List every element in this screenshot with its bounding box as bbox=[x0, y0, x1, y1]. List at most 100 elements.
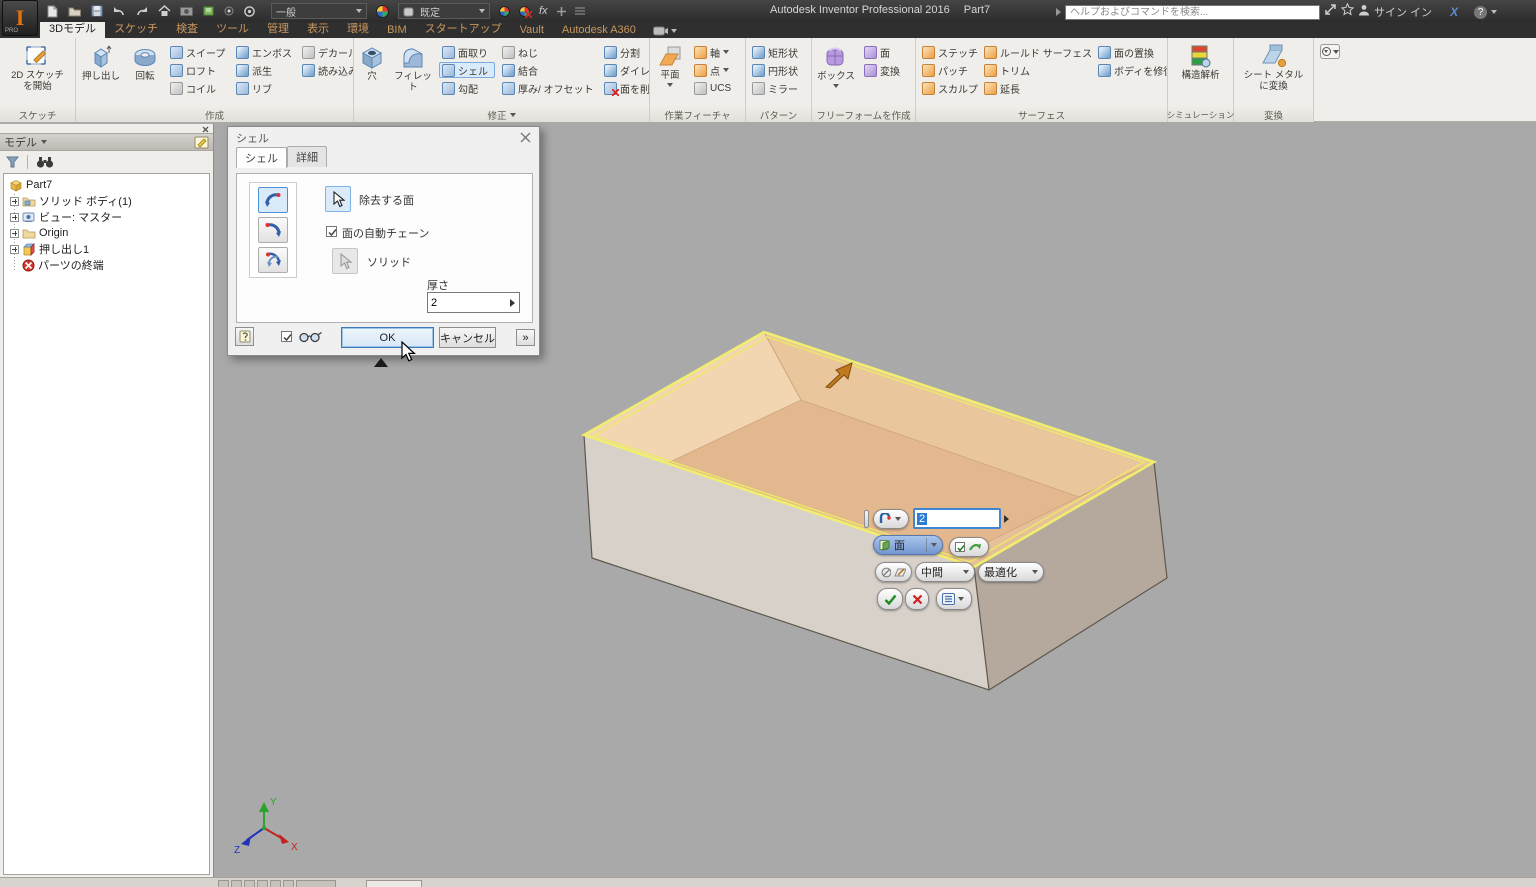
thread-button[interactable]: ねじ bbox=[499, 44, 597, 60]
tree-item-solid-bodies[interactable]: ソリッド ボディ(1) bbox=[7, 193, 209, 209]
stitch-button[interactable]: ステッチ bbox=[919, 44, 977, 60]
measure-icon[interactable] bbox=[224, 6, 234, 16]
tab-vault[interactable]: Vault bbox=[511, 23, 553, 38]
stress-analysis-button[interactable]: 構造解析 bbox=[1180, 41, 1222, 82]
color-wheel-icon[interactable] bbox=[376, 5, 389, 18]
application-menu-button[interactable]: I PRO bbox=[2, 0, 38, 36]
mini-quality-dropdown[interactable]: 中間 bbox=[915, 562, 975, 582]
freeform-face-button[interactable]: 面 bbox=[861, 44, 907, 60]
import-button[interactable]: 読み込み bbox=[299, 62, 353, 78]
rib-button[interactable]: リブ bbox=[233, 80, 295, 96]
close-icon[interactable] bbox=[202, 126, 209, 133]
search-binoculars-icon[interactable] bbox=[36, 156, 54, 169]
expand-icon[interactable] bbox=[10, 245, 19, 254]
preview-checkbox[interactable] bbox=[281, 331, 292, 342]
shell-button[interactable]: シェル bbox=[439, 62, 495, 78]
mini-draft-options-button[interactable] bbox=[875, 562, 912, 582]
mini-thickness-input[interactable]: 2 bbox=[913, 508, 1001, 529]
extrude-button[interactable]: 押し出し bbox=[79, 41, 123, 83]
tab-camera-icon[interactable] bbox=[645, 26, 685, 38]
combine-button[interactable]: 結合 bbox=[499, 62, 597, 78]
status-button[interactable] bbox=[366, 880, 422, 887]
direct-edit-button[interactable]: ダイレクト bbox=[601, 62, 649, 78]
status-button[interactable] bbox=[244, 880, 255, 887]
sign-in-button[interactable]: サイン イン bbox=[1374, 4, 1432, 20]
exchange-sync-icon[interactable] bbox=[1324, 3, 1337, 21]
auto-chain-checkbox[interactable] bbox=[326, 226, 337, 237]
save-icon[interactable] bbox=[91, 5, 103, 17]
axis-button[interactable]: 軸 bbox=[691, 44, 741, 60]
search-collapse-icon[interactable] bbox=[1056, 8, 1061, 16]
plane-button[interactable]: 平面 bbox=[653, 41, 687, 87]
expand-icon[interactable] bbox=[10, 229, 19, 238]
rectangular-pattern-button[interactable]: 矩形状 bbox=[749, 44, 807, 60]
status-button[interactable] bbox=[283, 880, 294, 887]
adjust-color-icon[interactable] bbox=[499, 6, 510, 17]
favorites-star-icon[interactable] bbox=[1341, 3, 1354, 21]
tab-bim[interactable]: BIM bbox=[378, 23, 416, 38]
cancel-button[interactable]: キャンセル bbox=[439, 327, 496, 348]
orbit-icon[interactable] bbox=[243, 5, 256, 18]
help-dropdown-icon[interactable] bbox=[1491, 10, 1497, 14]
remove-faces-button[interactable] bbox=[325, 186, 351, 212]
direction-inside-button[interactable] bbox=[258, 187, 288, 213]
shell-dialog-titlebar[interactable]: シェル bbox=[228, 127, 539, 148]
trim-button[interactable]: トリム bbox=[981, 62, 1091, 78]
delete-face-button[interactable]: 面を削除 bbox=[601, 80, 649, 96]
chamfer-button[interactable]: 面取り bbox=[439, 44, 495, 60]
replace-face-button[interactable]: 面の置換 bbox=[1095, 44, 1167, 60]
coil-button[interactable]: コイル bbox=[167, 80, 229, 96]
ok-button[interactable]: OK bbox=[341, 327, 434, 348]
mini-auto-chain-toggle[interactable] bbox=[949, 537, 989, 557]
sweep-button[interactable]: スイープ bbox=[167, 44, 229, 60]
revolve-button[interactable]: 回転 bbox=[127, 41, 163, 83]
fillet-button[interactable]: フィレット bbox=[391, 41, 435, 94]
tab-details[interactable]: 詳細 bbox=[287, 146, 327, 167]
point-button[interactable]: 点 bbox=[691, 62, 741, 78]
thickness-input[interactable] bbox=[428, 297, 506, 309]
start-2d-sketch-button[interactable]: 2D スケッチを開始 bbox=[9, 41, 67, 93]
dialog-help-button[interactable] bbox=[235, 327, 254, 346]
circular-pattern-button[interactable]: 円形状 bbox=[749, 62, 807, 78]
repair-bodies-button[interactable]: ボディを修復 bbox=[1095, 62, 1167, 78]
derive-button[interactable]: 派生 bbox=[233, 62, 295, 78]
appearance-dropdown[interactable]: 既定 bbox=[398, 3, 490, 19]
add-icon[interactable] bbox=[557, 7, 566, 16]
customize-qat-icon[interactable] bbox=[575, 7, 585, 15]
freeform-box-button[interactable]: ボックス bbox=[815, 41, 857, 88]
dialog-expand-caret[interactable] bbox=[374, 358, 388, 367]
status-button[interactable] bbox=[270, 880, 281, 887]
draft-button[interactable]: 勾配 bbox=[439, 80, 495, 96]
patch-button[interactable]: パッチ bbox=[919, 62, 977, 78]
flyout-arrow-icon[interactable] bbox=[510, 299, 515, 307]
split-button[interactable]: 分割 bbox=[601, 44, 649, 60]
ucs-button[interactable]: UCS bbox=[691, 80, 741, 96]
tree-item-part[interactable]: Part7 bbox=[7, 177, 209, 193]
more-options-button[interactable]: » bbox=[516, 329, 535, 346]
mirror-button[interactable]: ミラー bbox=[749, 80, 807, 96]
filter-icon[interactable] bbox=[6, 156, 19, 168]
tab-shell[interactable]: シェル bbox=[236, 147, 287, 168]
decal-button[interactable]: デカール bbox=[299, 44, 353, 60]
loft-button[interactable]: ロフト bbox=[167, 62, 229, 78]
thicken-offset-button[interactable]: 厚み/ オフセット bbox=[499, 80, 597, 96]
status-button[interactable] bbox=[231, 880, 242, 887]
ribbon-options-button[interactable] bbox=[1320, 44, 1340, 59]
hole-button[interactable]: 穴 bbox=[357, 41, 387, 83]
material-dropdown[interactable]: 一般 bbox=[271, 3, 367, 19]
mini-cancel-button[interactable] bbox=[905, 588, 929, 610]
sculpt-button[interactable]: スカルプ bbox=[919, 80, 977, 96]
mini-optimize-dropdown[interactable]: 最適化 bbox=[978, 562, 1044, 582]
extend-button[interactable]: 延長 bbox=[981, 80, 1091, 96]
status-button[interactable] bbox=[218, 880, 229, 887]
ruled-surface-button[interactable]: ルールド サーフェス bbox=[981, 44, 1091, 60]
update-icon[interactable] bbox=[202, 5, 215, 17]
clear-color-icon[interactable] bbox=[519, 6, 530, 17]
close-icon[interactable] bbox=[520, 132, 531, 143]
status-button[interactable] bbox=[257, 880, 268, 887]
mini-options-button[interactable] bbox=[936, 588, 972, 610]
group-label-modify[interactable]: 修正 bbox=[354, 107, 649, 122]
tree-item-origin[interactable]: Origin bbox=[7, 225, 209, 241]
exchange-apps-icon[interactable]: X bbox=[1450, 5, 1458, 19]
home-view-icon[interactable] bbox=[158, 5, 171, 17]
